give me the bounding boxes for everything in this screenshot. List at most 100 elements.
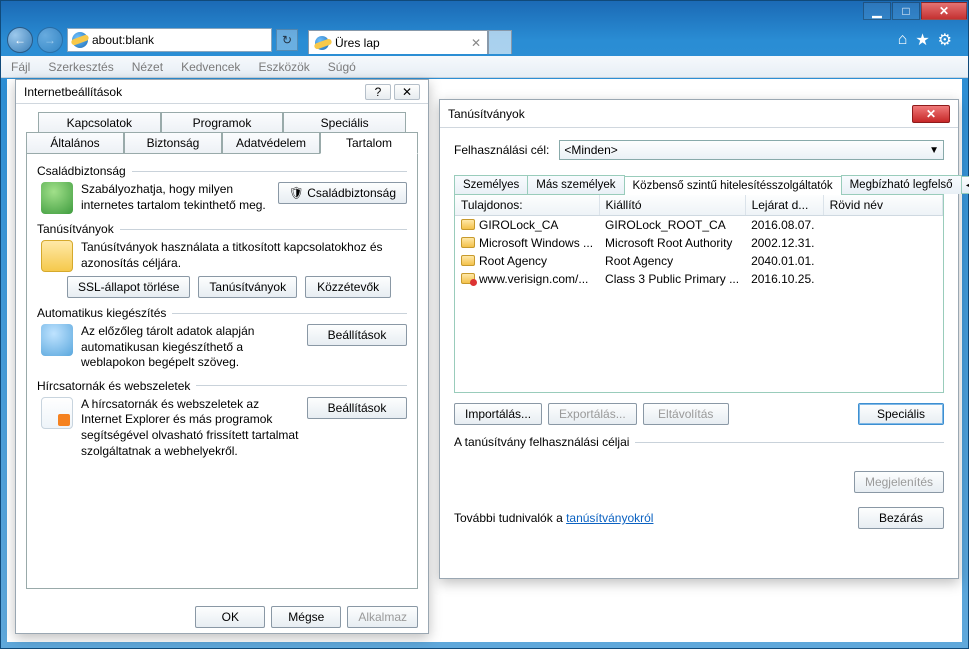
col-issuer[interactable]: Kiállító xyxy=(599,195,745,216)
publishers-button[interactable]: Közzétevők xyxy=(305,276,391,298)
address-text: about:blank xyxy=(92,33,154,47)
feeds-settings-button[interactable]: Beállítások xyxy=(307,397,407,419)
window-close-button[interactable]: ✕ xyxy=(921,2,967,20)
dialog-title: Internetbeállítások xyxy=(24,85,122,99)
family-safety-icon xyxy=(41,182,73,214)
window-maximize-button[interactable]: □ xyxy=(892,2,920,20)
group-legend: Automatikus kiegészítés xyxy=(37,306,166,320)
toolbar-icons: ⌂ ★ ⚙ xyxy=(888,30,962,50)
home-icon[interactable]: ⌂ xyxy=(898,31,908,49)
tab-personal[interactable]: Személyes xyxy=(454,175,528,194)
browser-tab[interactable]: Üres lap ✕ xyxy=(308,30,488,54)
tab-other-people[interactable]: Más személyek xyxy=(527,175,624,194)
tools-icon[interactable]: ⚙ xyxy=(938,30,952,50)
cancel-button[interactable]: Mégse xyxy=(271,606,341,628)
tab-content[interactable]: Tartalom xyxy=(320,132,418,154)
autocomplete-icon xyxy=(41,324,73,356)
clear-ssl-button[interactable]: SSL-állapot törlése xyxy=(67,276,190,298)
certificates-dialog: Tanúsítványok ✕ Felhasználási cél: <Mind… xyxy=(439,99,959,579)
intended-purpose-label: Felhasználási cél: xyxy=(454,143,549,157)
dialog-help-button[interactable]: ? xyxy=(365,84,391,100)
tab-privacy[interactable]: Adatvédelem xyxy=(222,132,320,154)
certificate-list: Tulajdonos: Kiállító Lejárat d... Rövid … xyxy=(454,195,944,393)
remove-button[interactable]: Eltávolítás xyxy=(643,403,729,425)
group-text: Tanúsítványok használata a titkosított k… xyxy=(81,240,407,271)
ie-icon xyxy=(315,36,329,50)
close-button[interactable]: Bezárás xyxy=(858,507,944,529)
apply-button[interactable]: Alkalmaz xyxy=(347,606,418,628)
tab-security[interactable]: Biztonság xyxy=(124,132,222,154)
ie-icon xyxy=(72,32,88,48)
tab-programs[interactable]: Programok xyxy=(161,112,284,133)
group-text: Szabályozhatja, hogy milyen internetes t… xyxy=(81,182,270,213)
tab-trusted-root[interactable]: Megbízható legfelső xyxy=(841,175,962,194)
menu-help[interactable]: Súgó xyxy=(324,58,360,76)
import-button[interactable]: Importálás... xyxy=(454,403,542,425)
menu-view[interactable]: Nézet xyxy=(128,58,167,76)
group-legend: A tanúsítvány felhasználási céljai xyxy=(454,435,629,449)
tab-title: Üres lap xyxy=(335,36,380,50)
cert-store-tabs: Személyes Más személyek Közbenső szintű … xyxy=(454,172,944,195)
intended-purpose-combo[interactable]: <Minden> ▼ xyxy=(559,140,944,160)
address-bar[interactable]: about:blank xyxy=(67,28,272,52)
forward-button[interactable]: → xyxy=(37,27,63,53)
certificate-icon xyxy=(461,273,475,284)
col-owner[interactable]: Tulajdonos: xyxy=(455,195,599,216)
menu-bar: Fájl Szerkesztés Nézet Kedvencek Eszközö… xyxy=(1,56,968,78)
combo-value: <Minden> xyxy=(564,143,617,157)
table-row[interactable]: www.verisign.com/...Class 3 Public Prima… xyxy=(455,270,943,288)
back-button[interactable]: ← xyxy=(7,27,33,53)
certificate-icon xyxy=(461,237,475,248)
group-text: Az előzőleg tárolt adatok alapján automa… xyxy=(81,324,299,371)
refresh-button[interactable]: ↻ xyxy=(276,29,298,51)
table-row[interactable]: GIROLock_CAGIROLock_ROOT_CA2016.08.07. xyxy=(455,216,943,235)
advanced-button[interactable]: Speciális xyxy=(858,403,944,425)
certificate-icon xyxy=(461,219,475,230)
favorites-icon[interactable]: ★ xyxy=(915,30,929,50)
dialog-title: Tanúsítványok xyxy=(448,107,525,121)
table-row[interactable]: Microsoft Windows ...Microsoft Root Auth… xyxy=(455,234,943,252)
tab-general[interactable]: Általános xyxy=(26,132,124,154)
tab-connections[interactable]: Kapcsolatok xyxy=(38,112,161,133)
browser-window: ▁ □ ✕ ← → about:blank ↻ Üres lap ✕ ⌂ ★ ⚙… xyxy=(0,0,969,649)
more-info-text: További tudnivalók a tanúsítványokról xyxy=(454,511,653,525)
tab-advanced[interactable]: Speciális xyxy=(283,112,406,133)
col-friendly[interactable]: Rövid név xyxy=(823,195,942,216)
certificate-purposes-group: A tanúsítvány felhasználási céljai Megje… xyxy=(454,435,944,493)
group-legend: Családbiztonság xyxy=(37,164,126,178)
dialog-close-button[interactable]: ✕ xyxy=(912,105,950,123)
new-tab-button[interactable] xyxy=(488,30,512,54)
col-expires[interactable]: Lejárat d... xyxy=(745,195,823,216)
menu-tools[interactable]: Eszközök xyxy=(254,58,313,76)
group-text: A hírcsatornák és webszeletek az Interne… xyxy=(81,397,299,459)
certificate-icon xyxy=(461,255,475,266)
content-panel: Családbiztonság Szabályozhatja, hogy mil… xyxy=(26,154,418,589)
internet-options-dialog: Internetbeállítások ? ✕ Kapcsolatok Prog… xyxy=(15,79,429,634)
export-button[interactable]: Exportálás... xyxy=(548,403,637,425)
feeds-icon xyxy=(41,397,73,429)
more-info-link[interactable]: tanúsítványokról xyxy=(566,511,653,525)
group-autocomplete: Automatikus kiegészítés Az előzőleg táro… xyxy=(37,306,407,371)
menu-favorites[interactable]: Kedvencek xyxy=(177,58,244,76)
certificates-button[interactable]: Tanúsítványok xyxy=(198,276,297,298)
group-legend: Hírcsatornák és webszeletek xyxy=(37,379,190,393)
tab-intermediate-ca[interactable]: Közbenső szintű hitelesítésszolgáltatók xyxy=(624,176,842,195)
family-safety-button[interactable]: 🛡 Családbiztonság xyxy=(278,182,407,204)
dialog-titlebar: Tanúsítványok ✕ xyxy=(440,100,958,128)
tab-close-icon[interactable]: ✕ xyxy=(471,36,481,50)
menu-file[interactable]: Fájl xyxy=(7,58,34,76)
window-minimize-button[interactable]: ▁ xyxy=(863,2,891,20)
dialog-close-button[interactable]: ✕ xyxy=(394,84,420,100)
chevron-down-icon: ▼ xyxy=(929,145,939,156)
autocomplete-settings-button[interactable]: Beállítások xyxy=(307,324,407,346)
group-certificates: Tanúsítványok Tanúsítványok használata a… xyxy=(37,222,407,298)
certificate-icon xyxy=(41,240,73,272)
tab-scroll: ◄ ► xyxy=(961,176,969,194)
tab-strip: Üres lap ✕ xyxy=(308,26,884,54)
table-row[interactable]: Root AgencyRoot Agency2040.01.01. xyxy=(455,252,943,270)
dialog-footer: OK Mégse Alkalmaz xyxy=(16,597,428,636)
view-button[interactable]: Megjelenítés xyxy=(854,471,944,493)
ok-button[interactable]: OK xyxy=(195,606,265,628)
menu-edit[interactable]: Szerkesztés xyxy=(44,58,117,76)
tab-scroll-left[interactable]: ◄ xyxy=(961,176,969,194)
